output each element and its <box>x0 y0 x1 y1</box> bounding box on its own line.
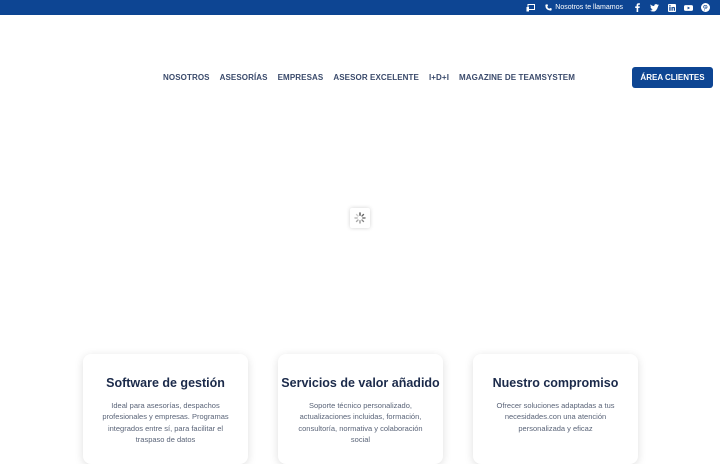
social-links <box>633 3 710 12</box>
nav-item-nosotros[interactable]: NOSOTROS <box>163 73 210 82</box>
card-title: Nuestro compromiso <box>492 376 619 390</box>
linkedin-icon[interactable] <box>667 3 676 12</box>
nav-item-empresas[interactable]: EMPRESAS <box>278 73 324 82</box>
nav-item-magazine[interactable]: MAGAZINE DE TEAMSYSTEM <box>459 73 575 82</box>
card-text: Soporte técnico personalizado, actualiza… <box>298 401 423 444</box>
area-clientes-button[interactable]: ÁREA CLIENTES <box>632 67 713 88</box>
card-text: Ideal para asesorías, despachos profesio… <box>102 401 229 444</box>
card-title: Software de gestión <box>106 376 225 390</box>
twitter-icon[interactable] <box>650 3 659 12</box>
nav-item-asesor-excelente[interactable]: ASESOR EXCELENTE <box>333 73 419 82</box>
card-text: Ofrecer soluciones adaptadas a tus neces… <box>496 401 615 433</box>
feature-card-servicios: Servicios de valor añadido Soporte técni… <box>278 354 443 464</box>
phone-icon <box>545 4 552 11</box>
nav-item-asesorias[interactable]: ASESORÍAS <box>220 73 268 82</box>
feature-card-compromiso: Nuestro compromiso Ofrecer soluciones ad… <box>473 354 638 464</box>
loading-spinner <box>350 208 370 228</box>
remote-support-icon[interactable] <box>526 3 536 12</box>
facebook-icon[interactable] <box>633 3 642 12</box>
nav-menu: NOSOTROS ASESORÍAS EMPRESAS ASESOR EXCEL… <box>163 73 575 82</box>
youtube-icon[interactable] <box>684 3 693 12</box>
card-title: Servicios de valor añadido <box>281 376 440 390</box>
nav-item-idi[interactable]: I+D+I <box>429 73 449 82</box>
callback-link[interactable]: Nosotros te llamamos <box>545 4 623 11</box>
top-bar: Nosotros te llamamos <box>0 0 720 15</box>
feature-card-software: Software de gestión Ideal para asesorías… <box>83 354 248 464</box>
callback-label: Nosotros te llamamos <box>555 4 623 11</box>
spinner-icon <box>354 212 366 224</box>
pinterest-icon[interactable] <box>701 3 710 12</box>
main-nav: NOSOTROS ASESORÍAS EMPRESAS ASESOR EXCEL… <box>0 56 720 98</box>
header-logo-area <box>0 15 720 56</box>
